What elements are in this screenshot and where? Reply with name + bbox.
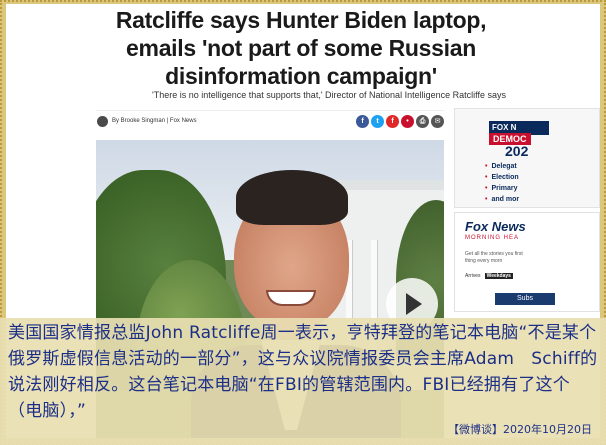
byline[interactable]: By Brooke Singman | Fox News [112,118,197,124]
newsletter-name: MORNING HEA [465,235,520,241]
byline-row: By Brooke Singman | Fox News f t f • ⎙ ✉ [96,110,444,132]
headline-line-2: emails 'not part of some Russian [126,35,476,61]
frequency-label: Arrives [465,273,481,279]
facebook-icon[interactable]: f [356,115,369,128]
caption-source: 【微博谈】2020年10月20日 [448,423,592,436]
newsletter-description: Get all the stories you first thing ever… [465,251,523,264]
ad-bullet-list: Delegat Election Primary and mor [485,161,519,205]
person-hair [236,170,348,225]
print-icon[interactable]: ⎙ [416,115,429,128]
author-avatar [97,116,108,127]
list-item: Delegat [485,161,519,172]
headline-line-1: Ratcliffe says Hunter Biden laptop, [115,7,487,33]
twitter-icon[interactable]: t [371,115,384,128]
share-icons: f t f • ⎙ ✉ [356,115,444,128]
article-subhead: 'There is no intelligence that supports … [152,90,506,100]
list-item: and mor [485,194,519,205]
caption-text: 美国国家情报总监John Ratcliffe周一表示，亨特拜登的笔记本电脑“不是… [8,323,598,421]
headline-line-3: disinformation campaign' [165,63,437,89]
sidebar-newsletter-signup: Fox News MORNING HEA Get all the stories… [454,212,600,312]
comments-icon[interactable]: • [401,115,414,128]
sidebar-ad-democracy-2020[interactable]: FOX N DEMOC 202 Delegat Election Primary… [454,108,600,208]
newsletter-frequency: Arrives Weekdays [465,273,513,279]
caption-overlay: 美国国家情报总监John Ratcliffe周一表示，亨特拜登的笔记本电脑“不是… [0,318,606,445]
flipboard-icon[interactable]: f [386,115,399,128]
ad-year: 202 [505,143,529,159]
list-item: Primary [485,183,519,194]
fox-news-logo: Fox News [465,219,526,234]
article-headline: Ratcliffe says Hunter Biden laptop, emai… [6,6,600,90]
email-icon[interactable]: ✉ [431,115,444,128]
list-item: Election [485,172,519,183]
frequency-value: Weekdays [484,273,513,279]
subscribe-button[interactable]: Subs [495,293,555,305]
